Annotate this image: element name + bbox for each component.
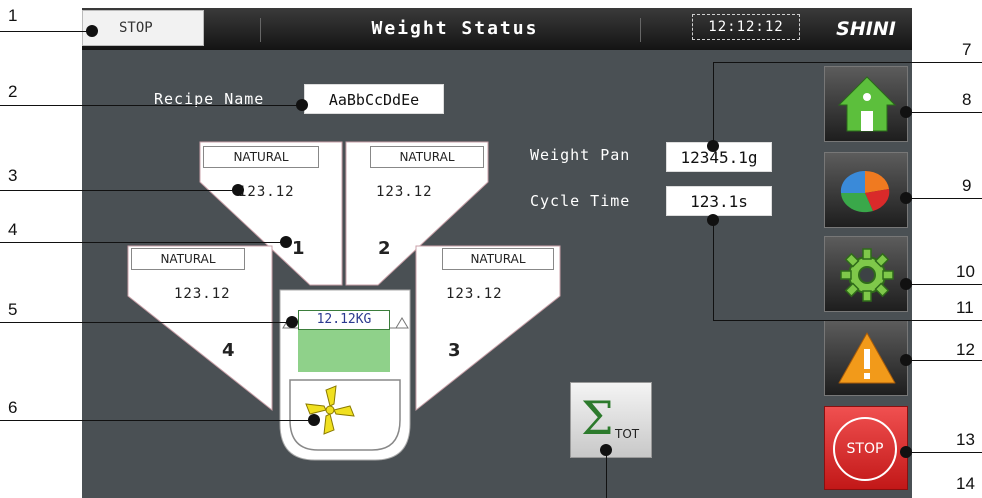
sigma-icon: Σ xyxy=(581,391,614,445)
hopper-4-body[interactable] xyxy=(127,245,273,412)
home-icon xyxy=(837,76,897,132)
hopper-3-material: NATURAL xyxy=(442,248,554,270)
callout-dot-13 xyxy=(900,446,912,458)
callout-dot-5 xyxy=(286,316,298,328)
hopper-1-value: 123.12 xyxy=(238,184,295,200)
stop-label: STOP xyxy=(833,417,897,481)
hopper-4-material: NATURAL xyxy=(131,248,245,270)
callout-number-10: 10 xyxy=(956,262,975,281)
hopper-4-number: 4 xyxy=(222,340,235,361)
callout-number-12: 12 xyxy=(956,340,975,359)
callout-dot-12 xyxy=(900,354,912,366)
callout-dot-9 xyxy=(900,192,912,204)
callout-line-2 xyxy=(0,105,302,106)
callout-dot-7 xyxy=(707,140,719,152)
warning-icon xyxy=(838,332,896,384)
statistics-button[interactable] xyxy=(824,152,908,228)
callout-line-6 xyxy=(0,420,314,421)
callout-line-11 xyxy=(713,320,982,321)
scale-fill xyxy=(298,328,390,372)
callout-dot-2 xyxy=(296,99,308,111)
stop-button[interactable]: STOP xyxy=(824,406,908,490)
callout-dot-6 xyxy=(308,414,320,426)
scale-reading: 12.12KG xyxy=(298,310,390,330)
callout-line-5 xyxy=(0,322,290,323)
hopper-2-number: 2 xyxy=(378,238,391,259)
gear-icon xyxy=(840,248,894,302)
callout-line-7-vertical xyxy=(713,62,714,142)
callout-number-5: 5 xyxy=(8,300,18,319)
alarm-button[interactable] xyxy=(824,320,908,396)
callout-number-9: 9 xyxy=(962,176,972,195)
settings-button[interactable] xyxy=(824,236,908,312)
hopper-2-value: 123.12 xyxy=(376,184,433,200)
callout-line-14-vertical xyxy=(606,450,607,498)
hopper-3-number: 3 xyxy=(448,340,461,361)
callout-line-4 xyxy=(0,242,288,243)
callout-dot-4 xyxy=(280,236,292,248)
hopper-1-number: 1 xyxy=(292,238,305,259)
callout-number-14: 14 xyxy=(956,474,975,493)
callout-line-8 xyxy=(906,112,982,113)
total-sub-label: TOT xyxy=(615,427,640,441)
home-button[interactable] xyxy=(824,66,908,142)
hopper-4-value: 123.12 xyxy=(174,286,231,302)
callout-line-7 xyxy=(713,62,982,63)
callout-number-2: 2 xyxy=(8,82,18,101)
callout-line-3 xyxy=(0,190,238,191)
callout-number-8: 8 xyxy=(962,90,972,109)
callout-number-3: 3 xyxy=(8,166,18,185)
callout-dot-1 xyxy=(86,25,98,37)
callout-line-1 xyxy=(0,31,92,32)
pie-chart-icon xyxy=(840,170,890,213)
callout-line-13 xyxy=(906,452,982,453)
callout-dot-10 xyxy=(900,278,912,290)
callout-dot-11 xyxy=(707,214,719,226)
callout-dot-14 xyxy=(600,444,612,456)
callout-line-10 xyxy=(906,284,982,285)
callout-number-11: 11 xyxy=(956,298,974,317)
callout-number-7: 7 xyxy=(962,40,972,59)
hopper-2-material: NATURAL xyxy=(370,146,484,168)
callout-line-11-vertical xyxy=(713,220,714,320)
callout-dot-3 xyxy=(232,184,244,196)
hopper-1-material: NATURAL xyxy=(203,146,319,168)
callout-number-6: 6 xyxy=(8,398,18,417)
callout-number-4: 4 xyxy=(8,220,18,239)
callout-number-13: 13 xyxy=(956,430,975,449)
hopper-3-value: 123.12 xyxy=(446,286,503,302)
callout-line-12 xyxy=(906,360,982,361)
hopper-3-body[interactable] xyxy=(415,245,561,412)
callout-line-9 xyxy=(906,198,982,199)
callout-number-1: 1 xyxy=(8,6,18,25)
callout-dot-8 xyxy=(900,106,912,118)
